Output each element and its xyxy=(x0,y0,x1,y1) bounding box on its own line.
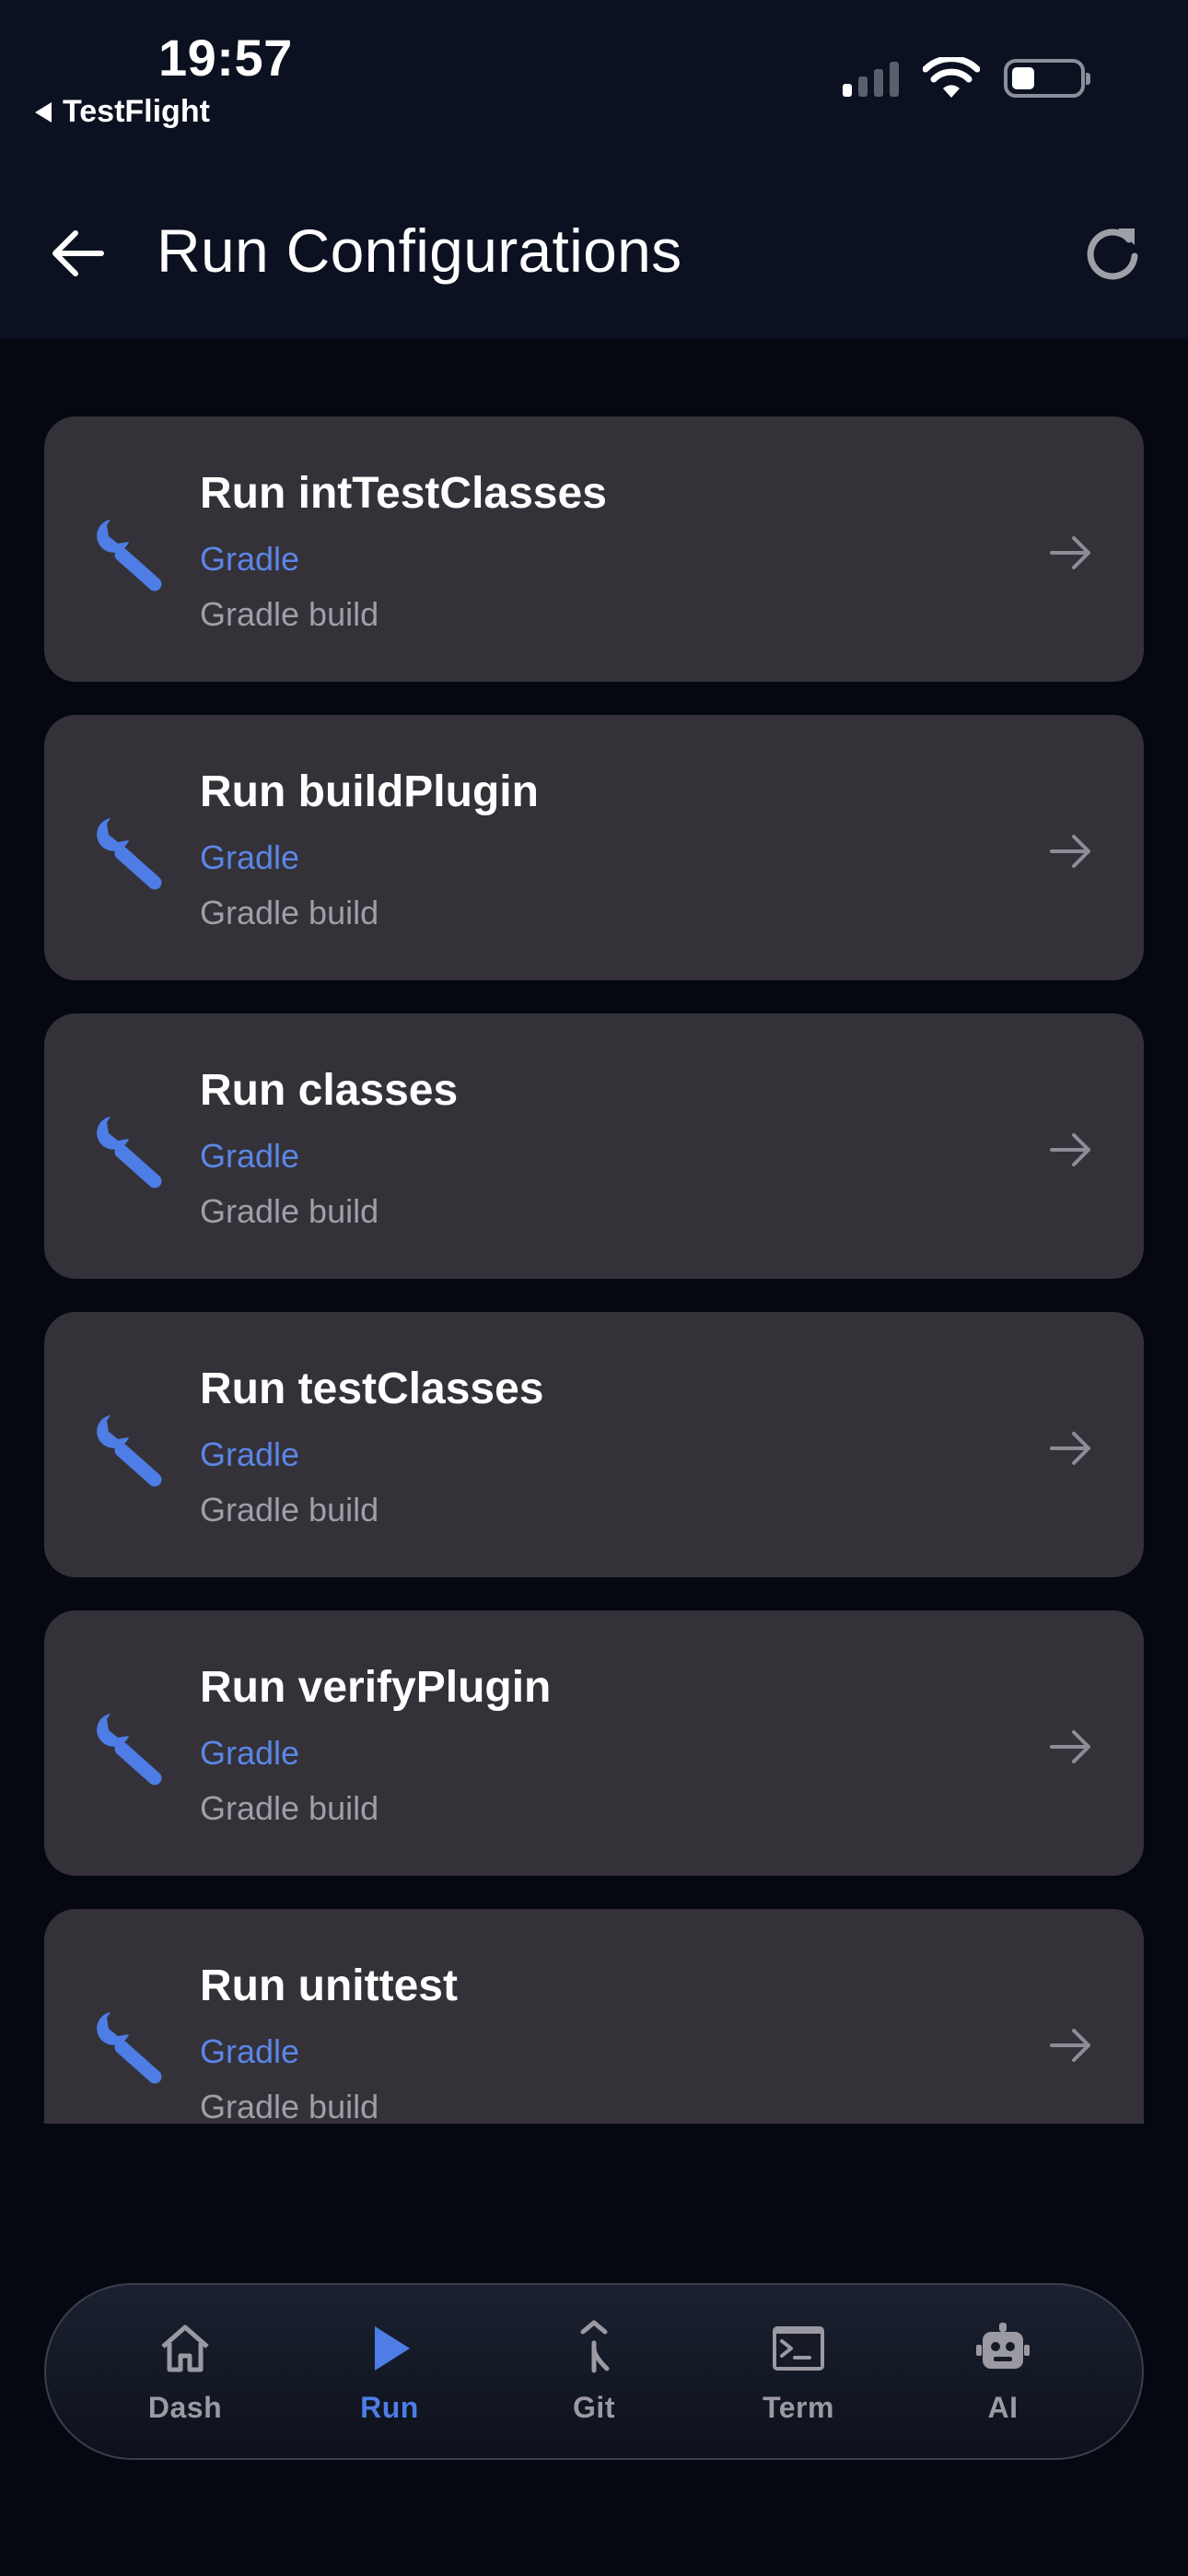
status-back-to-app[interactable]: TestFlight xyxy=(35,94,210,130)
config-name: Run classes xyxy=(200,1066,459,1115)
nav-item-ai[interactable]: AI xyxy=(929,2319,1077,2425)
config-type: Gradle xyxy=(200,1137,300,1175)
config-description: Gradle build xyxy=(200,595,379,633)
status-back-label: TestFlight xyxy=(63,94,210,129)
config-description: Gradle build xyxy=(200,1491,379,1528)
config-type: Gradle xyxy=(200,1734,300,1772)
nav-label-git: Git xyxy=(573,2390,615,2424)
nav-label-run: Run xyxy=(360,2390,419,2424)
nav-label-dash: Dash xyxy=(147,2390,223,2424)
nav-label-term: Term xyxy=(763,2390,834,2424)
back-arrow-icon[interactable] xyxy=(46,221,111,286)
config-type: Gradle xyxy=(200,838,300,876)
play-icon xyxy=(375,2325,410,2371)
battery-icon xyxy=(1004,59,1090,98)
top-bar: 19:57 TestFlight Run Configurations xyxy=(0,0,1188,339)
robot-icon xyxy=(976,2322,1030,2369)
run-config-card[interactable]: Run intTestClasses Gradle Gradle build xyxy=(44,416,1144,682)
status-time: 19:57 xyxy=(158,29,293,87)
terminal-icon xyxy=(773,2325,824,2371)
nav-item-term[interactable]: Term xyxy=(725,2319,872,2425)
config-name: Run intTestClasses xyxy=(200,469,607,518)
nav-item-dash[interactable]: Dash xyxy=(111,2319,259,2425)
nav-item-git[interactable]: Git xyxy=(520,2319,668,2425)
run-config-card[interactable]: Run unittest Gradle Gradle build xyxy=(44,1909,1144,2124)
wrench-icon xyxy=(97,1415,162,1487)
refresh-icon[interactable] xyxy=(1079,219,1146,286)
run-config-card[interactable]: Run verifyPlugin Gradle Gradle build xyxy=(44,1610,1144,1876)
arrow-right-icon xyxy=(1050,1730,1090,1763)
back-triangle-icon xyxy=(35,101,52,123)
config-name: Run unittest xyxy=(200,1961,458,2010)
config-description: Gradle build xyxy=(200,1789,379,1827)
status-icons xyxy=(843,57,1090,100)
run-config-card[interactable]: Run buildPlugin Gradle Gradle build xyxy=(44,715,1144,980)
app-root: 19:57 TestFlight Run Configurations Run … xyxy=(0,0,1188,2576)
config-name: Run testClasses xyxy=(200,1364,544,1413)
wrench-icon xyxy=(97,1714,162,1786)
cellular-signal-icon xyxy=(843,60,899,97)
config-name: Run verifyPlugin xyxy=(200,1663,552,1712)
nav-label-ai: AI xyxy=(987,2390,1019,2424)
arrow-right-icon xyxy=(1050,1432,1090,1465)
git-merge-icon xyxy=(580,2320,610,2372)
arrow-right-icon xyxy=(1050,835,1090,868)
arrow-right-icon xyxy=(1050,2029,1090,2062)
wrench-icon xyxy=(97,1117,162,1188)
config-name: Run buildPlugin xyxy=(200,767,539,816)
run-config-card[interactable]: Run testClasses Gradle Gradle build xyxy=(44,1312,1144,1577)
config-description: Gradle build xyxy=(200,1192,379,1230)
page-title: Run Configurations xyxy=(157,217,682,285)
run-configurations-list: Run intTestClasses Gradle Gradle build Run … xyxy=(44,416,1144,2124)
config-type: Gradle xyxy=(200,2032,300,2070)
wrench-icon xyxy=(97,2012,162,2084)
arrow-right-icon xyxy=(1050,536,1090,569)
wrench-icon xyxy=(97,520,162,591)
wifi-icon xyxy=(923,57,980,98)
config-description: Gradle build xyxy=(200,2088,379,2124)
nav-item-run[interactable]: Run xyxy=(316,2319,463,2425)
config-description: Gradle build xyxy=(200,894,379,931)
run-config-card[interactable]: Run classes Gradle Gradle build xyxy=(44,1013,1144,1279)
wrench-icon xyxy=(97,818,162,890)
arrow-right-icon xyxy=(1050,1133,1090,1166)
bottom-navigation: Dash Run Git Term AI xyxy=(44,2283,1144,2460)
config-type: Gradle xyxy=(200,1435,300,1473)
config-type: Gradle xyxy=(200,540,300,578)
home-icon xyxy=(161,2324,209,2371)
